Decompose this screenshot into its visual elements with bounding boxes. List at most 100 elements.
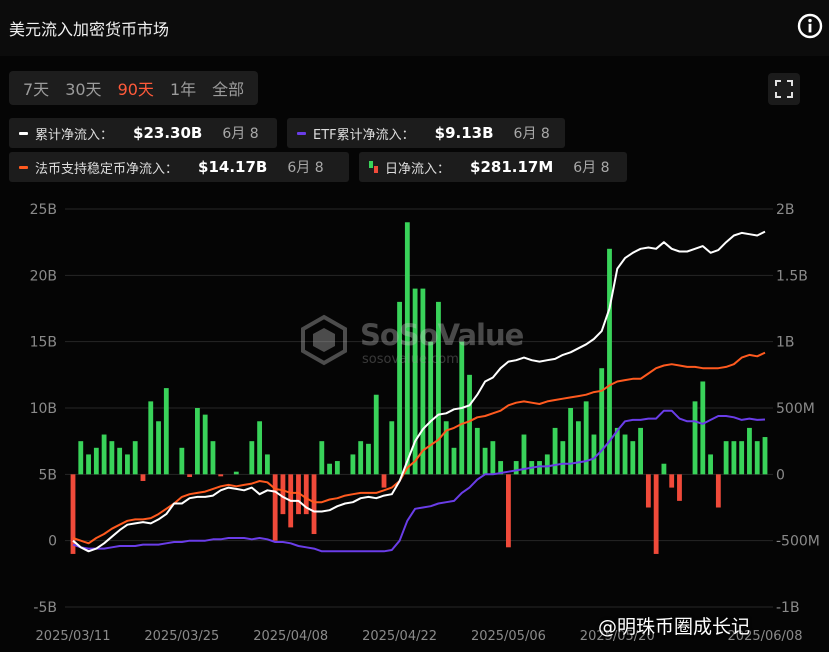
legend-stablecoin[interactable]: 法币支持稳定币净流入： $14.17B 6月 8 (9, 152, 349, 182)
daily-inflow-bar (334, 461, 340, 475)
daily-inflow-bar (552, 427, 558, 475)
source-mark: @明珠币圈成长记 (598, 616, 751, 638)
daily-inflow-bar (311, 474, 317, 535)
daily-inflow-bar (210, 441, 216, 475)
daily-inflow-bar (661, 463, 667, 475)
y-right-tick-label: 0 (776, 467, 785, 483)
legend-value: $23.30B (133, 124, 203, 142)
daily-inflow-bar (420, 288, 426, 475)
y-right-tick-label: 500M (776, 401, 815, 417)
daily-inflow-bar (366, 443, 371, 475)
daily-inflow-bar (93, 447, 99, 475)
legend-label: 法币支持稳定币净流入： (35, 161, 179, 177)
y-right-tick-label: -500M (776, 534, 820, 550)
page-title: 美元流入加密货币市场 (9, 20, 170, 39)
daily-inflow-bar (451, 447, 457, 475)
daily-inflow-bar (599, 368, 605, 475)
x-tick-label: 2025/03/11 (36, 629, 111, 644)
tab-1y[interactable]: 1年 (162, 76, 204, 100)
daily-inflow-bar (739, 441, 745, 475)
daily-inflow-bar (272, 474, 278, 541)
daily-inflow-bar (140, 474, 146, 481)
daily-inflow-bar (762, 437, 768, 475)
daily-inflow-bar (638, 427, 644, 475)
daily-inflow-bar (101, 434, 107, 475)
y-left-tick-label: 5B (38, 467, 57, 483)
daily-inflow-bar (249, 441, 255, 475)
daily-inflow-bar (614, 427, 620, 475)
daily-inflow-bar (622, 434, 628, 475)
daily-inflow-bar (389, 421, 395, 475)
watermark-brand: SoSoValue (360, 318, 524, 352)
daily-inflow-bar (179, 447, 185, 475)
y-right-tick-label: -1B (776, 600, 800, 616)
daily-inflow-bar (319, 441, 325, 475)
fullscreen-icon (775, 80, 793, 98)
daily-inflow-bar (731, 441, 737, 475)
time-range-tabs: 7天 30天 90天 1年 全部 (9, 71, 259, 105)
y-left-tick-label: 20B (30, 268, 57, 284)
tab-90d[interactable]: 90天 (110, 76, 162, 100)
daily-inflow-bar (202, 414, 208, 475)
cumulative-inflow-line (72, 230, 766, 553)
daily-inflow-bar (700, 381, 706, 475)
daily-inflow-bar (132, 441, 138, 475)
x-tick-label: 2025/04/08 (253, 629, 328, 644)
daily-inflow-bar (653, 474, 659, 554)
daily-inflow-bar (490, 441, 496, 475)
y-right-tick-label: 1.5B (776, 268, 808, 284)
y-right-tick-label: 2B (776, 202, 795, 218)
daily-inflow-bar (350, 454, 356, 475)
y-left-tick-label: -5B (33, 600, 57, 616)
y-right-tick-label: 1B (776, 335, 795, 351)
legend-bar-marker (369, 161, 378, 173)
legend-label: 累计净流入： (35, 127, 114, 143)
sosovalue-logo-icon (301, 314, 347, 366)
watermark: SoSoValue sosovalue.com (298, 314, 524, 370)
tab-30d[interactable]: 30天 (57, 76, 109, 100)
stablecoin-inflow-line (72, 351, 766, 545)
daily-inflow-bar (754, 441, 760, 475)
daily-inflow-bar (669, 474, 675, 488)
daily-inflow-bar (537, 461, 542, 475)
daily-inflow-bar (544, 454, 550, 475)
daily-inflow-bar (381, 474, 387, 488)
daily-inflow-bar (257, 421, 263, 475)
inflow-chart[interactable]: -5B 0 5B 10B 15B 20B 25B -1B -500M 0 500M 1B 1.5B 2B 2… (0, 195, 829, 652)
daily-inflow-bar (327, 463, 332, 475)
daily-inflow-bar (715, 474, 721, 508)
daily-inflow-bar (677, 474, 682, 501)
legend-value: $281.17M (470, 158, 554, 176)
y-left-tick-label: 0 (48, 534, 57, 550)
daily-inflow-bar (645, 474, 651, 508)
legend-daily[interactable]: 日净流入： $281.17M 6月 8 (359, 152, 627, 182)
legend-value: $14.17B (198, 158, 268, 176)
daily-inflow-bar (723, 441, 729, 475)
daily-inflow-bar (583, 401, 589, 475)
daily-inflow-bar (280, 474, 286, 515)
info-circle-icon[interactable] (797, 13, 823, 39)
legend-cumulative[interactable]: 累计净流入： $23.30B 6月 8 (9, 118, 277, 148)
legend-date: 6月 8 (513, 126, 550, 142)
daily-inflow-bar (125, 454, 130, 475)
daily-inflow-bar (373, 394, 379, 475)
x-tick-label: 2025/04/22 (362, 629, 437, 644)
x-tick-label: 2025/03/25 (144, 629, 219, 644)
fullscreen-button[interactable] (768, 73, 800, 105)
tab-7d[interactable]: 7天 (15, 76, 57, 100)
daily-inflow-bar (156, 421, 161, 475)
legend-value: $9.13B (434, 124, 494, 142)
daily-inflow-bar (194, 408, 200, 475)
daily-inflow-bar (86, 454, 91, 475)
header-bar: 美元流入加密货币市场 (0, 0, 829, 56)
legend-date: 6月 8 (287, 160, 324, 176)
legend-etf[interactable]: ETF累计净流入： $9.13B 6月 8 (287, 118, 565, 148)
daily-inflow-bar (560, 441, 566, 475)
legend-line-marker (297, 131, 306, 135)
daily-inflow-bar (264, 454, 270, 475)
tab-all[interactable]: 全部 (204, 76, 252, 100)
legend-line-marker (19, 165, 28, 169)
daily-inflow-bar (708, 454, 713, 475)
daily-inflow-bar (218, 474, 224, 477)
y-left-tick-label: 15B (30, 335, 57, 351)
